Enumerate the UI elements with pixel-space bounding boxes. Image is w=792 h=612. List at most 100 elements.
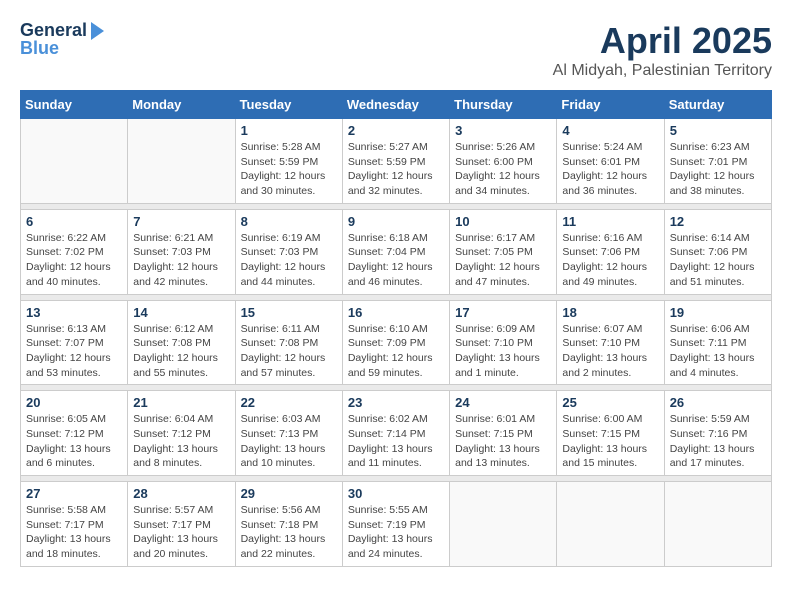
calendar-cell: 16 Sunrise: 6:10 AMSunset: 7:09 PMDayligh… xyxy=(342,300,449,385)
weekday-header-sunday: Sunday xyxy=(21,91,128,119)
day-info: Sunrise: 6:04 AMSunset: 7:12 PMDaylight:… xyxy=(133,412,229,471)
weekday-header-monday: Monday xyxy=(128,91,235,119)
day-info: Sunrise: 5:24 AMSunset: 6:01 PMDaylight:… xyxy=(562,140,658,199)
calendar-week-row: 27 Sunrise: 5:58 AMSunset: 7:17 PMDayligh… xyxy=(21,482,772,567)
day-info: Sunrise: 5:27 AMSunset: 5:59 PMDaylight:… xyxy=(348,140,444,199)
day-number: 16 xyxy=(348,305,444,320)
weekday-header-row: SundayMondayTuesdayWednesdayThursdayFrid… xyxy=(21,91,772,119)
calendar-cell: 25Sunrise: 6:00 AMSunset: 7:15 PMDayligh… xyxy=(557,391,664,476)
day-number: 19 xyxy=(670,305,766,320)
calendar-cell: 24Sunrise: 6:01 AMSunset: 7:15 PMDayligh… xyxy=(450,391,557,476)
calendar-cell: 3 Sunrise: 5:26 AMSunset: 6:00 PMDaylight… xyxy=(450,119,557,204)
calendar-cell: 13 Sunrise: 6:13 AMSunset: 7:07 PMDayligh… xyxy=(21,300,128,385)
title-block: April 2025 Al Midyah, Palestinian Territ… xyxy=(553,20,772,80)
day-number: 25 xyxy=(562,395,658,410)
day-number: 21 xyxy=(133,395,229,410)
location-title: Al Midyah, Palestinian Territory xyxy=(553,62,772,80)
weekday-header-wednesday: Wednesday xyxy=(342,91,449,119)
day-info: Sunrise: 5:55 AMSunset: 7:19 PMDaylight:… xyxy=(348,503,444,562)
page-header: General Blue April 2025 Al Midyah, Pales… xyxy=(20,20,772,80)
day-number: 3 xyxy=(455,123,551,138)
calendar-week-row: 13 Sunrise: 6:13 AMSunset: 7:07 PMDayligh… xyxy=(21,300,772,385)
day-info: Sunrise: 6:19 AMSunset: 7:03 PMDaylight:… xyxy=(241,231,337,290)
day-number: 2 xyxy=(348,123,444,138)
day-info: Sunrise: 6:06 AMSunset: 7:11 PMDaylight:… xyxy=(670,322,766,381)
day-number: 30 xyxy=(348,486,444,501)
calendar-cell: 8 Sunrise: 6:19 AMSunset: 7:03 PMDaylight… xyxy=(235,209,342,294)
day-number: 22 xyxy=(241,395,337,410)
weekday-header-tuesday: Tuesday xyxy=(235,91,342,119)
calendar-week-row: 20Sunrise: 6:05 AMSunset: 7:12 PMDayligh… xyxy=(21,391,772,476)
calendar-cell: 26 Sunrise: 5:59 AMSunset: 7:16 PMDayligh… xyxy=(664,391,771,476)
day-info: Sunrise: 5:57 AMSunset: 7:17 PMDaylight:… xyxy=(133,503,229,562)
calendar-cell: 2 Sunrise: 5:27 AMSunset: 5:59 PMDaylight… xyxy=(342,119,449,204)
day-info: Sunrise: 6:18 AMSunset: 7:04 PMDaylight:… xyxy=(348,231,444,290)
month-title: April 2025 xyxy=(553,20,772,62)
day-number: 14 xyxy=(133,305,229,320)
calendar-cell xyxy=(664,482,771,567)
day-number: 18 xyxy=(562,305,658,320)
calendar-cell: 17 Sunrise: 6:09 AMSunset: 7:10 PMDayligh… xyxy=(450,300,557,385)
calendar-cell: 1Sunrise: 5:28 AMSunset: 5:59 PMDaylight… xyxy=(235,119,342,204)
day-number: 23 xyxy=(348,395,444,410)
calendar-cell: 6 Sunrise: 6:22 AMSunset: 7:02 PMDaylight… xyxy=(21,209,128,294)
day-number: 6 xyxy=(26,214,122,229)
calendar-cell: 9 Sunrise: 6:18 AMSunset: 7:04 PMDaylight… xyxy=(342,209,449,294)
calendar-cell: 28 Sunrise: 5:57 AMSunset: 7:17 PMDayligh… xyxy=(128,482,235,567)
weekday-header-friday: Friday xyxy=(557,91,664,119)
day-info: Sunrise: 6:03 AMSunset: 7:13 PMDaylight:… xyxy=(241,412,337,471)
logo-arrow-icon xyxy=(91,22,104,40)
day-number: 13 xyxy=(26,305,122,320)
day-info: Sunrise: 6:09 AMSunset: 7:10 PMDaylight:… xyxy=(455,322,551,381)
logo: General Blue xyxy=(20,20,106,59)
day-number: 17 xyxy=(455,305,551,320)
logo-blue: Blue xyxy=(20,38,106,59)
calendar-cell: 11Sunrise: 6:16 AMSunset: 7:06 PMDayligh… xyxy=(557,209,664,294)
day-info: Sunrise: 5:58 AMSunset: 7:17 PMDaylight:… xyxy=(26,503,122,562)
day-info: Sunrise: 6:01 AMSunset: 7:15 PMDaylight:… xyxy=(455,412,551,471)
day-info: Sunrise: 6:12 AMSunset: 7:08 PMDaylight:… xyxy=(133,322,229,381)
calendar-cell xyxy=(450,482,557,567)
calendar-cell: 18 Sunrise: 6:07 AMSunset: 7:10 PMDayligh… xyxy=(557,300,664,385)
weekday-header-thursday: Thursday xyxy=(450,91,557,119)
day-info: Sunrise: 6:11 AMSunset: 7:08 PMDaylight:… xyxy=(241,322,337,381)
calendar-cell: 10Sunrise: 6:17 AMSunset: 7:05 PMDayligh… xyxy=(450,209,557,294)
calendar-cell: 14 Sunrise: 6:12 AMSunset: 7:08 PMDayligh… xyxy=(128,300,235,385)
day-info: Sunrise: 5:59 AMSunset: 7:16 PMDaylight:… xyxy=(670,412,766,471)
day-info: Sunrise: 6:14 AMSunset: 7:06 PMDaylight:… xyxy=(670,231,766,290)
calendar-cell xyxy=(557,482,664,567)
logo-text: General Blue xyxy=(20,20,106,59)
day-number: 26 xyxy=(670,395,766,410)
calendar-cell: 23 Sunrise: 6:02 AMSunset: 7:14 PMDayligh… xyxy=(342,391,449,476)
day-info: Sunrise: 5:28 AMSunset: 5:59 PMDaylight:… xyxy=(241,140,337,199)
calendar-cell: 29 Sunrise: 5:56 AMSunset: 7:18 PMDayligh… xyxy=(235,482,342,567)
calendar-week-row: 1Sunrise: 5:28 AMSunset: 5:59 PMDaylight… xyxy=(21,119,772,204)
day-number: 11 xyxy=(562,214,658,229)
calendar-cell: 12 Sunrise: 6:14 AMSunset: 7:06 PMDayligh… xyxy=(664,209,771,294)
calendar-table: SundayMondayTuesdayWednesdayThursdayFrid… xyxy=(20,90,772,567)
day-number: 4 xyxy=(562,123,658,138)
day-info: Sunrise: 5:56 AMSunset: 7:18 PMDaylight:… xyxy=(241,503,337,562)
day-info: Sunrise: 6:22 AMSunset: 7:02 PMDaylight:… xyxy=(26,231,122,290)
calendar-cell: 5Sunrise: 6:23 AMSunset: 7:01 PMDaylight… xyxy=(664,119,771,204)
day-number: 29 xyxy=(241,486,337,501)
calendar-cell: 4 Sunrise: 5:24 AMSunset: 6:01 PMDaylight… xyxy=(557,119,664,204)
calendar-cell xyxy=(128,119,235,204)
day-info: Sunrise: 6:02 AMSunset: 7:14 PMDaylight:… xyxy=(348,412,444,471)
calendar-cell: 15 Sunrise: 6:11 AMSunset: 7:08 PMDayligh… xyxy=(235,300,342,385)
calendar-cell: 20Sunrise: 6:05 AMSunset: 7:12 PMDayligh… xyxy=(21,391,128,476)
day-number: 12 xyxy=(670,214,766,229)
day-number: 8 xyxy=(241,214,337,229)
day-number: 15 xyxy=(241,305,337,320)
day-info: Sunrise: 6:10 AMSunset: 7:09 PMDaylight:… xyxy=(348,322,444,381)
day-info: Sunrise: 6:13 AMSunset: 7:07 PMDaylight:… xyxy=(26,322,122,381)
calendar-cell xyxy=(21,119,128,204)
day-info: Sunrise: 6:23 AMSunset: 7:01 PMDaylight:… xyxy=(670,140,766,199)
day-number: 9 xyxy=(348,214,444,229)
calendar-cell: 30 Sunrise: 5:55 AMSunset: 7:19 PMDayligh… xyxy=(342,482,449,567)
day-number: 28 xyxy=(133,486,229,501)
day-info: Sunrise: 5:26 AMSunset: 6:00 PMDaylight:… xyxy=(455,140,551,199)
day-number: 27 xyxy=(26,486,122,501)
day-info: Sunrise: 6:07 AMSunset: 7:10 PMDaylight:… xyxy=(562,322,658,381)
calendar-cell: 27 Sunrise: 5:58 AMSunset: 7:17 PMDayligh… xyxy=(21,482,128,567)
